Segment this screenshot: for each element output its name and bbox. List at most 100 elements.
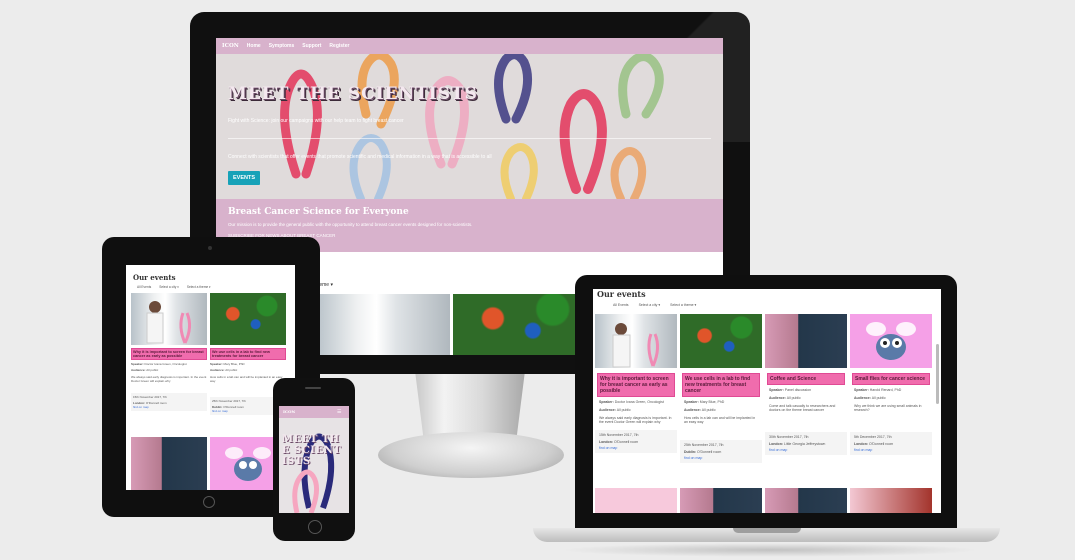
event-image xyxy=(131,293,207,345)
audience-label: Audience: xyxy=(684,408,701,412)
hero-description: Connect with scientists that offer event… xyxy=(228,154,492,160)
event-title[interactable]: Coffee and Science xyxy=(767,373,845,385)
event-title[interactable]: We use cells in a lab to find new treatm… xyxy=(210,348,286,360)
filter-all[interactable]: All Events xyxy=(613,303,629,307)
audience-label: Audience: xyxy=(769,396,786,400)
phone-navbar: ICON ☰ xyxy=(279,406,349,418)
event-image xyxy=(595,488,677,513)
event-body: We always said early diagnosis is import… xyxy=(131,375,207,383)
event-footer: 25th November 2017, 7th Dublin: O'Donnel… xyxy=(680,440,762,463)
brand-logo[interactable]: ICON xyxy=(222,43,239,49)
event-title[interactable]: Why it is important to screen for breast… xyxy=(597,373,675,397)
phone-screen: ICON ☰ MEET THE SCIENTISTS xyxy=(279,406,349,513)
menu-icon[interactable]: ☰ xyxy=(337,409,341,415)
tablet-screen: Our events All Events Select a city ▾ Se… xyxy=(126,265,295,490)
brand-logo[interactable]: ICON xyxy=(283,409,295,414)
laptop-shadow xyxy=(560,543,980,557)
hero-section: MEET THE SCIENTISTS Fight with Science: … xyxy=(216,54,723,199)
event-image xyxy=(452,294,587,355)
event-footer: 15th November 2017, 7th London: O'Donnel… xyxy=(131,393,207,411)
speaker-name: Mary Blue, PhD xyxy=(223,362,245,366)
speaker-label: Speaker: xyxy=(131,362,144,366)
speaker-name: Panel discussion xyxy=(784,388,812,392)
filter-theme[interactable]: Select a theme ▾ xyxy=(187,285,211,289)
nav-item-symptoms[interactable]: Symptoms xyxy=(269,43,295,49)
event-image xyxy=(765,314,847,368)
location-value: O'Donnell room xyxy=(868,442,894,446)
event-card: We use cells in a lab to find new treatm… xyxy=(680,314,762,484)
events-title: Our events xyxy=(597,289,646,299)
scrollbar[interactable] xyxy=(936,344,939,404)
event-image xyxy=(316,294,450,355)
event-footer: 30th November 2017, 7th London: Little G… xyxy=(765,432,847,455)
laptop-notch xyxy=(733,528,801,533)
map-link[interactable]: find on map xyxy=(599,446,673,450)
location-label: London: xyxy=(599,440,613,444)
audience-label: Audience: xyxy=(210,368,225,372)
audience-label: Audience: xyxy=(131,368,146,372)
event-title[interactable]: Why it is important to screen for breast… xyxy=(131,348,207,360)
event-card: Why it is important to screen for breast… xyxy=(131,293,207,433)
event-title[interactable]: We use cells in a lab to find new treatm… xyxy=(682,373,760,397)
speaker-name: Doctor Ivana Green, Oncologist xyxy=(144,362,187,366)
location-value: O'Donnell room xyxy=(613,440,639,444)
event-date: 30th November 2017, 7th xyxy=(769,435,809,439)
laptop-screen: Our events All Events Select a city ▾ Se… xyxy=(593,289,941,513)
speaker-name: Mary Blue, PhD xyxy=(699,400,725,404)
mission-title: Breast Cancer Science for Everyone xyxy=(228,207,409,217)
nav-item-home[interactable]: Home xyxy=(247,43,261,49)
event-body: How cells in a lab can and will be impla… xyxy=(684,416,756,424)
location-value: Little Georgia Jeffreystown xyxy=(783,442,826,446)
map-link[interactable]: find on map xyxy=(769,448,843,452)
event-image xyxy=(595,314,677,368)
events-button[interactable]: EVENTS xyxy=(228,171,260,185)
event-date: 25th November 2017, 7th xyxy=(684,443,724,447)
event-body: We always said early diagnosis is import… xyxy=(599,416,672,424)
nav-item-support[interactable]: Support xyxy=(302,43,321,49)
audience-value: All public xyxy=(701,408,716,412)
event-image xyxy=(850,314,932,368)
location-value: O'Donnell room xyxy=(697,450,722,454)
phone-hero-title: MEET THE SCIENTISTS xyxy=(282,434,342,467)
speaker-label: Speaker: xyxy=(684,400,699,404)
events-title: Our events xyxy=(133,273,176,282)
speaker-name: Harold Renard, PhD xyxy=(869,388,902,392)
event-footer: 15th November 2017, 7th London: O'Donnel… xyxy=(595,430,677,453)
location-label: London: xyxy=(769,442,783,446)
event-title[interactable]: Small flies for cancer science xyxy=(852,373,930,385)
phone-hero: MEET THE SCIENTISTS xyxy=(279,418,349,513)
filter-city[interactable]: Select a city ▾ xyxy=(639,303,661,307)
audience-label: Audience: xyxy=(599,408,616,412)
monitor-stand-neck xyxy=(415,374,525,436)
phone-home-button xyxy=(308,520,322,534)
phone-speaker xyxy=(305,387,321,389)
monitor-stand-base xyxy=(378,432,564,478)
filter-row: All Events Select a city ▾ Select a them… xyxy=(613,303,696,307)
event-body: Why we think we are using small animals … xyxy=(854,404,922,412)
filter-city[interactable]: Select a city ▾ xyxy=(159,285,179,289)
event-image xyxy=(210,293,286,345)
speaker-label: Speaker: xyxy=(599,400,614,404)
ribbons-image xyxy=(216,54,723,199)
filter-theme[interactable]: Select a theme ▾ xyxy=(670,303,696,307)
filter-row: All Events Select a city ▾ Select a them… xyxy=(137,285,211,289)
speaker-name: Doctor Ivana Green, Oncologist xyxy=(614,400,664,404)
audience-value: All public xyxy=(616,408,631,412)
filter-all[interactable]: All Events xyxy=(137,285,151,289)
nav-item-register[interactable]: Register xyxy=(329,43,349,49)
tablet-camera xyxy=(208,246,212,250)
map-link[interactable]: find on map xyxy=(684,456,758,460)
mission-text: Our mission is to provide the general pu… xyxy=(228,222,473,227)
audience-value: All public xyxy=(871,396,886,400)
audience-label: Audience: xyxy=(854,396,871,400)
event-footer: 5th December 2017, 7th London: O'Donnell… xyxy=(850,432,932,455)
audience-value: All public xyxy=(146,368,159,372)
audience-value: All public xyxy=(225,368,238,372)
event-image xyxy=(680,488,762,513)
map-link[interactable]: find on map xyxy=(133,405,205,409)
event-image xyxy=(765,488,847,513)
map-link[interactable]: find on map xyxy=(854,448,928,452)
hero-divider xyxy=(228,138,711,139)
speaker-label: Speaker: xyxy=(769,388,784,392)
location-label: London: xyxy=(854,442,868,446)
